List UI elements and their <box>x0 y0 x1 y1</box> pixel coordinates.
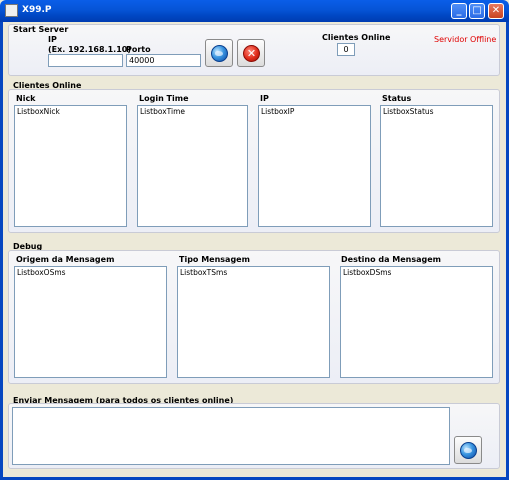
listbox-destination[interactable]: ListboxDSms <box>340 266 493 378</box>
title-bar[interactable]: X99.P _ □ ✕ <box>0 0 509 22</box>
listbox-origin[interactable]: ListboxOSms <box>14 266 167 378</box>
listbox-status[interactable]: ListboxStatus <box>380 105 493 227</box>
server-status: Servidor Offline <box>434 35 497 44</box>
ip-hint: (Ex. 192.168.1.10) <box>48 45 131 54</box>
send-message-button[interactable] <box>454 436 482 464</box>
ip-input[interactable] <box>48 54 123 67</box>
window-title: X99.P <box>22 5 52 15</box>
minimize-button[interactable]: _ <box>451 3 467 19</box>
globe-icon <box>211 45 228 62</box>
listbox-nick-item: ListboxNick <box>17 107 60 116</box>
stop-icon: ✕ <box>243 45 260 62</box>
destination-header: Destino da Mensagem <box>341 255 442 264</box>
globe-icon <box>460 442 477 459</box>
listbox-status-item: ListboxStatus <box>383 107 434 116</box>
origin-header: Origem da Mensagem <box>16 255 115 264</box>
message-input[interactable] <box>12 407 450 465</box>
listbox-ip[interactable]: ListboxIP <box>258 105 371 227</box>
clients-online-count: 0 <box>337 43 355 56</box>
login-time-header: Login Time <box>139 94 189 103</box>
maximize-button[interactable]: □ <box>469 3 485 19</box>
listbox-time[interactable]: ListboxTime <box>137 105 248 227</box>
stop-server-button[interactable]: ✕ <box>237 39 265 67</box>
clients-online-count-label: Clientes Online <box>322 33 391 42</box>
listbox-type-item: ListboxTSms <box>180 268 228 277</box>
type-header: Tipo Mensagem <box>179 255 250 264</box>
listbox-nick[interactable]: ListboxNick <box>14 105 127 227</box>
start-server-title: Start Server <box>13 25 69 34</box>
status-header: Status <box>382 94 412 103</box>
listbox-time-item: ListboxTime <box>140 107 186 116</box>
listbox-origin-item: ListboxOSms <box>17 268 66 277</box>
nick-header: Nick <box>16 94 36 103</box>
port-label: Porto <box>126 45 151 54</box>
ip-header: IP <box>260 94 269 103</box>
app-icon <box>5 4 18 17</box>
ip-label: IP <box>48 35 57 44</box>
listbox-destination-item: ListboxDSms <box>343 268 392 277</box>
port-input[interactable]: 40000 <box>126 54 201 67</box>
listbox-type[interactable]: ListboxTSms <box>177 266 330 378</box>
close-button[interactable]: ✕ <box>488 3 504 19</box>
start-server-button[interactable] <box>205 39 233 67</box>
listbox-ip-item: ListboxIP <box>261 107 295 116</box>
